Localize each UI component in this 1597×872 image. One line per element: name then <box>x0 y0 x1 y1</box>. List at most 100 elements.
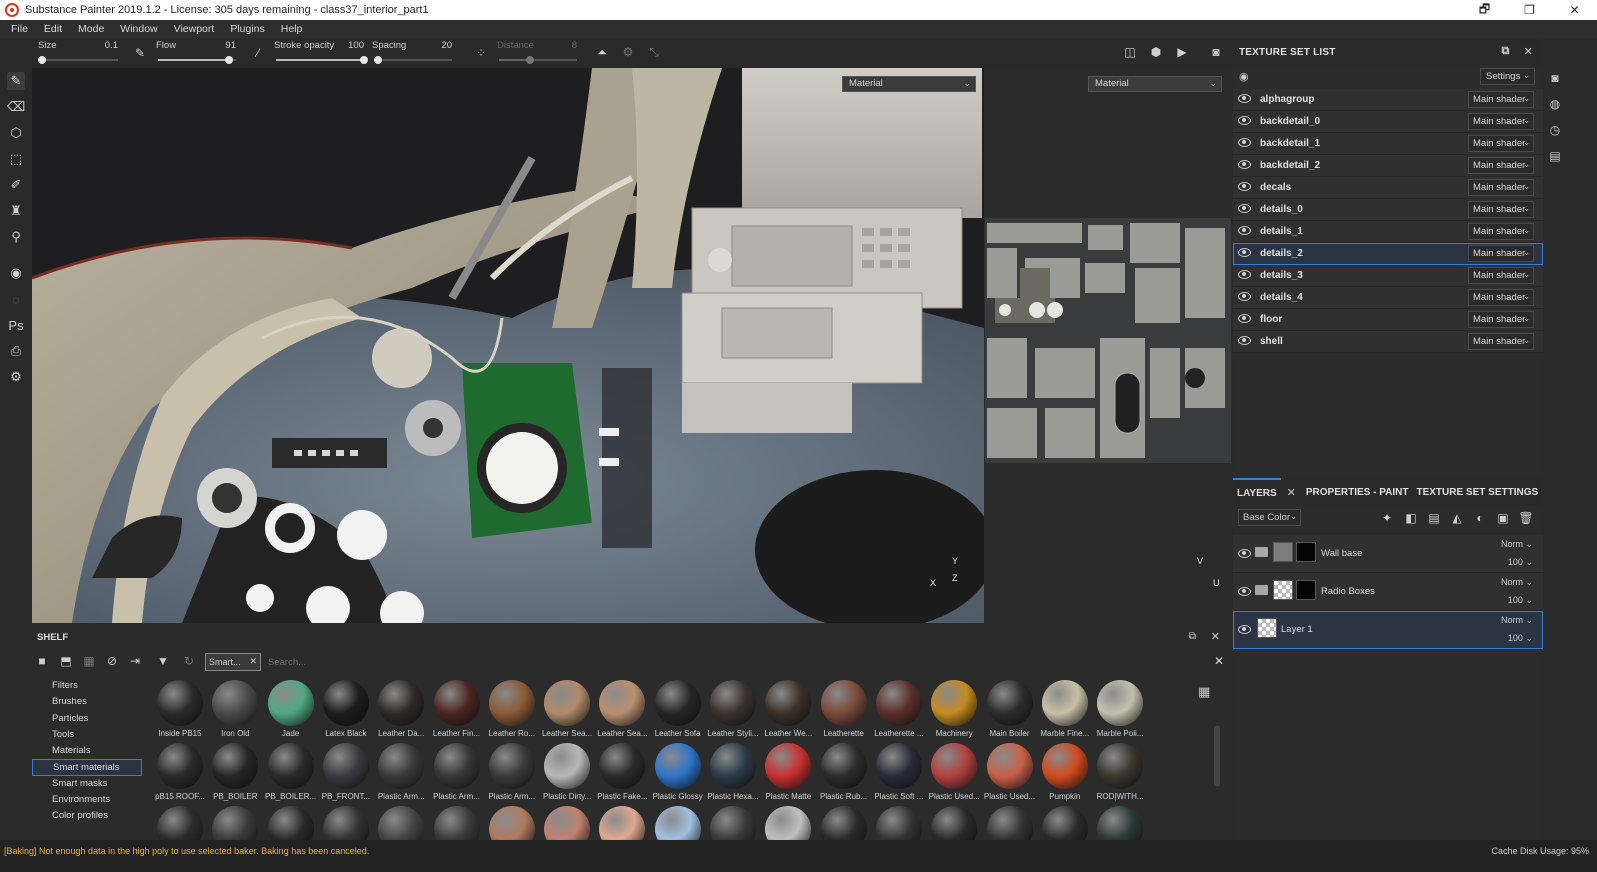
add-mask-icon[interactable]: ◧ <box>1403 510 1419 526</box>
close-panel-icon[interactable]: ✕ <box>1524 45 1533 58</box>
shelf-category-item[interactable]: Environments <box>32 792 142 808</box>
smart-material-item[interactable]: PB_BOILER <box>207 737 262 801</box>
display-mode-icon[interactable]: ⬢ <box>1148 44 1164 60</box>
smart-material-item[interactable] <box>982 800 1037 840</box>
smart-material-item[interactable]: Leather Sea... <box>539 674 594 738</box>
grid-view-icon[interactable]: ▦ <box>1198 684 1210 700</box>
viewport-2d[interactable]: Material ⌄ V U <box>985 68 1231 623</box>
shader-dropdown[interactable]: Main shader ⌄ <box>1468 135 1534 152</box>
screenshot-icon[interactable]: ◙ <box>1208 44 1224 60</box>
texture-set-row[interactable]: backdetail_1 Main shader ⌄ <box>1233 133 1543 155</box>
smudge-icon[interactable]: ✐ <box>7 176 25 194</box>
close-tab-icon[interactable]: ✕ <box>1281 486 1302 499</box>
texture-set-row[interactable]: details_4 Main shader ⌄ <box>1233 287 1543 309</box>
settings-gear-icon[interactable]: ⚙ <box>7 368 25 386</box>
smart-material-item[interactable]: PB_BOILER... <box>263 737 318 801</box>
menu-mode[interactable]: Mode <box>70 23 112 35</box>
smart-material-item[interactable]: Inside PB15 <box>152 674 207 738</box>
smart-material-item[interactable]: Leather Fin... <box>429 674 484 738</box>
menu-file[interactable]: File <box>3 23 36 35</box>
shelf-category-item[interactable]: Filters <box>32 678 142 694</box>
size-slider[interactable]: Size 0.1 <box>37 40 118 66</box>
smart-material-item[interactable] <box>318 800 373 840</box>
eye-icon[interactable] <box>1238 116 1251 125</box>
save-icon[interactable]: ▦ <box>81 653 97 669</box>
close-shelf-icon[interactable]: ✕ <box>1211 630 1220 643</box>
clone-stamp-icon[interactable]: ♜ <box>7 202 25 220</box>
maximize-button[interactable]: ❐ <box>1507 0 1552 20</box>
shader-dropdown[interactable]: Main shader ⌄ <box>1468 157 1534 174</box>
texture-set-row[interactable]: backdetail_2 Main shader ⌄ <box>1233 155 1543 177</box>
line-mode-icon[interactable]: ⤡ <box>646 44 662 60</box>
shelf-category-item[interactable]: Materials <box>32 743 142 759</box>
refresh-icon[interactable]: ↻ <box>181 653 197 669</box>
smart-material-item[interactable] <box>373 800 428 840</box>
hide-icon[interactable]: ⊘ <box>104 653 120 669</box>
shelf-category-item[interactable]: Particles <box>32 711 142 727</box>
color-picker-icon[interactable]: ⚲ <box>7 228 25 246</box>
slider-knob[interactable] <box>373 56 382 64</box>
polygon-fill-icon[interactable]: ⬚ <box>7 150 25 168</box>
shader-dropdown[interactable]: Main shader ⌄ <box>1468 113 1534 130</box>
texture-set-row[interactable]: shell Main shader ⌄ <box>1233 331 1543 353</box>
filter-icon[interactable]: ▼ <box>155 653 171 669</box>
smart-material-item[interactable]: PB_FRONT... <box>318 737 373 801</box>
filter-tag[interactable]: Smart... ✕ <box>205 653 261 671</box>
camera-icon[interactable]: ▶ <box>1174 44 1190 60</box>
smart-material-item[interactable]: Leather Sea... <box>594 674 649 738</box>
tab-layers[interactable]: LAYERS <box>1233 478 1281 506</box>
smart-material-item[interactable] <box>263 800 318 840</box>
texture-set-row[interactable]: decals Main shader ⌄ <box>1233 177 1543 199</box>
smart-material-item[interactable]: ROD|WITH... <box>1092 737 1147 801</box>
eye-icon[interactable] <box>1238 204 1251 213</box>
log-icon[interactable]: ▤ <box>1547 148 1563 164</box>
shader-dropdown[interactable]: Main shader ⌄ <box>1468 311 1534 328</box>
smart-material-item[interactable]: Leatherette <box>816 674 871 738</box>
spacing-slider[interactable]: Spacing 20 <box>372 40 452 66</box>
new-item-icon[interactable]: ⬒ <box>58 653 74 669</box>
add-effect-icon[interactable]: ✦ <box>1379 510 1395 526</box>
clear-search-icon[interactable]: ✕ <box>1214 654 1224 668</box>
mask-thumbnail[interactable] <box>1296 542 1316 562</box>
eye-icon[interactable] <box>1238 314 1251 323</box>
eye-icon[interactable] <box>1238 94 1251 103</box>
eye-icon[interactable] <box>1238 248 1251 257</box>
projection-icon[interactable]: ⬡ <box>7 124 25 142</box>
slider-knob[interactable] <box>224 56 233 64</box>
add-paint-layer-icon[interactable]: ◐ <box>1472 510 1488 526</box>
flow-slider[interactable]: Flow 91 <box>156 40 236 66</box>
smart-material-item[interactable] <box>429 800 484 840</box>
texture-set-row[interactable]: details_1 Main shader ⌄ <box>1233 221 1543 243</box>
pen-pressure-icon[interactable]: ⁄ <box>250 45 266 61</box>
shader-dropdown[interactable]: Main shader ⌄ <box>1468 245 1534 262</box>
eye-icon[interactable] <box>1238 182 1251 191</box>
eye-icon[interactable] <box>1238 292 1251 301</box>
smart-material-item[interactable]: pB15 ROOF... <box>152 737 207 801</box>
slider-knob[interactable] <box>526 56 535 64</box>
texture-set-row[interactable]: backdetail_0 Main shader ⌄ <box>1233 111 1543 133</box>
layer-opacity[interactable]: 100 ⌄ <box>1508 633 1533 644</box>
smart-material-item[interactable] <box>705 800 760 840</box>
blend-mode-dropdown[interactable]: Norm ⌄ <box>1501 577 1533 588</box>
float-panel-icon[interactable]: ⧉ <box>1502 45 1510 58</box>
menu-help[interactable]: Help <box>273 23 311 35</box>
smart-material-item[interactable] <box>207 800 262 840</box>
smart-material-item[interactable]: Marble Fine... <box>1037 674 1092 738</box>
shader-dropdown[interactable]: Main shader ⌄ <box>1468 289 1534 306</box>
smart-material-item[interactable] <box>484 800 539 840</box>
shelf-scrollbar[interactable] <box>1214 726 1220 786</box>
smart-material-item[interactable]: Plastic Matte <box>760 737 815 801</box>
float-shelf-icon[interactable]: ⧉ <box>1189 631 1196 642</box>
shader-settings-icon[interactable]: ◍ <box>1547 96 1563 112</box>
smart-material-item[interactable]: Jade <box>263 674 318 738</box>
eye-icon[interactable] <box>1238 160 1251 169</box>
blend-mode-dropdown[interactable]: Norm ⌄ <box>1501 539 1533 550</box>
eye-icon[interactable] <box>1238 625 1251 634</box>
history-icon[interactable]: ◷ <box>1547 122 1563 138</box>
smart-material-item[interactable]: Plastic Used... <box>982 737 1037 801</box>
smart-material-item[interactable]: Pumpkin <box>1037 737 1092 801</box>
smart-material-item[interactable]: Iron Old <box>207 674 262 738</box>
texture-set-row[interactable]: details_3 Main shader ⌄ <box>1233 265 1543 287</box>
smart-material-item[interactable]: Plastic Arm... <box>484 737 539 801</box>
smart-material-item[interactable]: Main Boiler <box>982 674 1037 738</box>
